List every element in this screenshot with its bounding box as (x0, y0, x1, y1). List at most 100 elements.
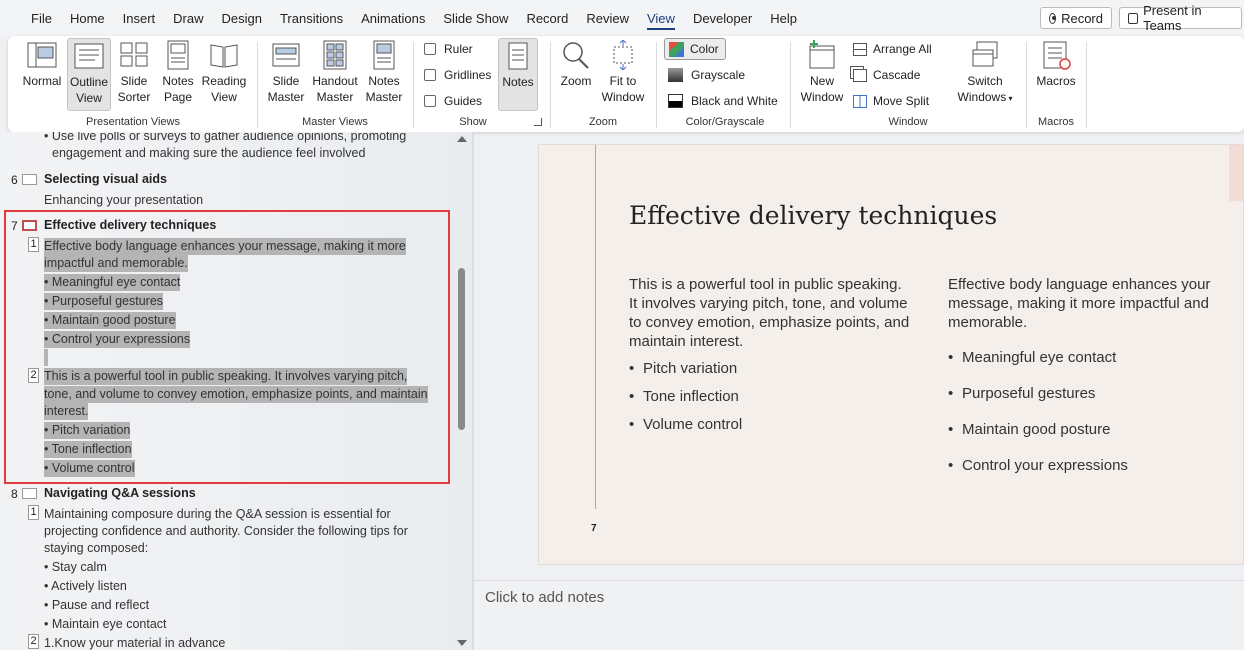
notes-placeholder[interactable]: Click to add notes (485, 589, 604, 606)
slide-accent-line (595, 145, 596, 509)
outline-bullet[interactable]: • Tone inflection (44, 441, 132, 458)
scroll-down-arrow[interactable] (457, 640, 467, 646)
switch-windows-button[interactable]: Switch Windows ▾ (950, 40, 1020, 107)
outline-text[interactable]: Maintaining composure during the Q&A ses… (44, 506, 391, 523)
outline-text[interactable]: This is a powerful tool in public speaki… (44, 368, 408, 385)
macros-button[interactable]: Macros (1034, 40, 1078, 89)
slide-title-7[interactable]: Effective delivery techniques (44, 217, 216, 234)
outline-bullet[interactable]: • Control your expressions (44, 331, 191, 348)
notes-master-button[interactable]: Notes Master (364, 40, 404, 105)
outline-bullet[interactable]: • Maintain good posture (44, 312, 176, 329)
reading-view-icon (210, 44, 238, 68)
tab-developer[interactable]: Developer (684, 0, 761, 36)
outline-bullet[interactable]: • Purposeful gestures (44, 293, 164, 310)
outline-view-button[interactable]: Outline View (67, 38, 111, 111)
slide-bullet: Meaningful eye contact (948, 348, 1233, 367)
outline-text[interactable]: tone, and volume to convey emotion, emph… (44, 386, 428, 403)
ruler-checkbox[interactable]: Ruler (424, 42, 473, 56)
presentation-views-group-label: Presentation Views (86, 116, 180, 128)
outline-pane[interactable]: • Use live polls or surveys to gather au… (0, 132, 472, 650)
notes-pane[interactable]: Click to add notes (474, 580, 1244, 650)
tab-insert[interactable]: Insert (114, 0, 165, 36)
black-and-white-button[interactable]: Black and White (668, 94, 778, 108)
slide-left-bullets: Pitch variation Tone inflection Volume c… (629, 359, 914, 434)
outline-bullet[interactable]: • Stay calm (44, 559, 107, 576)
tab-view[interactable]: View (638, 0, 684, 36)
zoom-button[interactable]: Zoom (556, 40, 596, 89)
tab-animations[interactable]: Animations (352, 0, 434, 36)
tab-record[interactable]: Record (517, 0, 577, 36)
outline-text[interactable]: • Use live polls or surveys to gather au… (44, 132, 406, 145)
gridlines-checkbox[interactable]: Gridlines (424, 68, 491, 82)
fit-to-window-icon (613, 40, 633, 70)
outline-bullet[interactable]: • Meaningful eye contact (44, 274, 181, 291)
new-window-button[interactable]: New Window (798, 40, 846, 105)
scroll-up-arrow[interactable] (457, 136, 467, 142)
move-split-button[interactable]: Move Split (853, 94, 929, 108)
reading-view-button[interactable]: Reading View (200, 40, 248, 105)
notes-page-icon (167, 40, 189, 70)
arrange-all-button[interactable]: Arrange All (853, 42, 932, 56)
tab-file[interactable]: File (22, 0, 61, 36)
outline-bullet[interactable]: • Volume control (44, 460, 135, 477)
tab-design[interactable]: Design (213, 0, 271, 36)
record-icon (1049, 12, 1057, 24)
show-dialog-launcher-icon[interactable] (534, 118, 542, 126)
tab-slide-show[interactable]: Slide Show (434, 0, 517, 36)
pane-splitter[interactable] (472, 132, 474, 650)
cascade-button[interactable]: Cascade (853, 68, 920, 82)
outline-text[interactable]: engagement and making sure the audience … (52, 145, 365, 162)
slide-right-bullets: Meaningful eye contact Purposeful gestur… (948, 348, 1233, 475)
zoom-icon (563, 42, 589, 69)
normal-view-button[interactable]: Normal (18, 40, 66, 89)
tab-home[interactable]: Home (61, 0, 114, 36)
present-button-label: Present in Teams (1143, 3, 1202, 33)
outline-text[interactable]: Effective body language enhances your me… (44, 238, 406, 255)
slide-right-column[interactable]: Effective body language enhances your me… (948, 275, 1233, 484)
slide-bullet: Tone inflection (629, 387, 914, 406)
outline-scrollbar[interactable] (455, 132, 469, 650)
tab-review[interactable]: Review (577, 0, 638, 36)
ribbon: Normal Outline View Slide Sorter Notes P… (8, 36, 1244, 132)
handout-master-button[interactable]: Handout Master (310, 40, 360, 105)
outline-text[interactable]: 1.Know your material in advance (44, 635, 225, 650)
color-button[interactable]: Color (664, 38, 726, 60)
outline-text[interactable]: projecting confidence and authority. Con… (44, 523, 408, 540)
tab-transitions[interactable]: Transitions (271, 0, 352, 36)
outline-bullet[interactable]: • Pause and reflect (44, 597, 149, 614)
outline-bullet[interactable]: • Maintain eye contact (44, 616, 167, 633)
guides-checkbox[interactable]: Guides (424, 94, 482, 108)
scrollbar-thumb[interactable] (458, 268, 465, 430)
outline-text[interactable]: interest. (44, 403, 89, 420)
outline-text[interactable]: staying composed: (44, 540, 148, 557)
slide-title-8[interactable]: Navigating Q&A sessions (44, 485, 196, 502)
grayscale-button[interactable]: Grayscale (668, 68, 745, 82)
slide-master-button[interactable]: Slide Master (264, 40, 308, 105)
notes-page-button[interactable]: Notes Page (158, 40, 198, 105)
slide-icon[interactable] (22, 174, 37, 185)
slide-title[interactable]: Effective delivery techniques (629, 201, 997, 230)
tab-help[interactable]: Help (761, 0, 806, 36)
slide-icon[interactable] (22, 220, 37, 231)
slide-title-6[interactable]: Selecting visual aids (44, 171, 167, 188)
outline-text[interactable]: impactful and memorable. (44, 255, 188, 272)
placeholder-number: 1 (28, 237, 39, 252)
present-in-teams-button[interactable]: Present in Teams (1119, 3, 1242, 33)
tab-draw[interactable]: Draw (164, 0, 212, 36)
slide-bullet: Purposeful gestures (948, 384, 1233, 403)
slide-icon[interactable] (22, 488, 37, 499)
slide-sorter-button[interactable]: Slide Sorter (114, 40, 154, 105)
fit-to-window-button[interactable]: Fit to Window (599, 40, 647, 105)
slide-sorter-icon (120, 42, 148, 67)
slide-bullet: Control your expressions (948, 456, 1233, 475)
outline-text[interactable]: Enhancing your presentation (44, 192, 203, 209)
slide-canvas[interactable]: Effective delivery techniques This is a … (538, 144, 1244, 565)
macros-group-label: Macros (1037, 116, 1075, 128)
record-button[interactable]: Record (1040, 7, 1112, 29)
outline-bullet[interactable]: • Actively listen (44, 578, 127, 595)
notes-toggle-button[interactable]: Notes (498, 38, 538, 111)
outline-view-icon (74, 43, 104, 69)
outline-bullet[interactable]: • Pitch variation (44, 422, 131, 439)
slide-number-label: 7 (591, 523, 597, 534)
slide-left-column[interactable]: This is a powerful tool in public speaki… (629, 275, 914, 443)
